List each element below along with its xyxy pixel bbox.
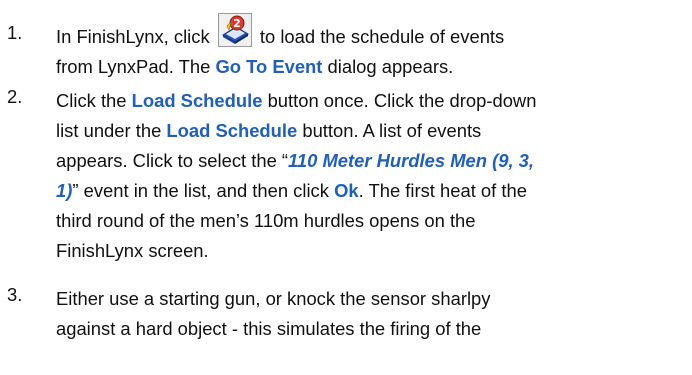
text: third round of the men’s 110m hurdles op… — [56, 210, 476, 231]
text: ” event in the list, and then click — [72, 180, 335, 201]
step-line: 1)” event in the list, and then click Ok… — [56, 176, 686, 206]
step-line: from LynxPad. The Go To Event dialog app… — [56, 52, 686, 82]
text: . The first heat of the — [358, 180, 527, 201]
text: Either use a starting gun, or knock the … — [56, 288, 491, 309]
step-line: against a hard object - this simulates t… — [56, 314, 686, 344]
text: from LynxPad. The — [56, 56, 216, 77]
text: In FinishLynx, click — [56, 26, 215, 47]
text: against a hard object - this simulates t… — [56, 318, 482, 339]
step-line: In FinishLynx, click 2 to load the sched… — [56, 13, 686, 52]
go-to-event-link: Go To Event — [215, 56, 323, 77]
text: list under the — [56, 120, 167, 141]
step-line: Either use a starting gun, or knock the … — [56, 284, 686, 314]
event-name: 110 Meter Hurdles Men (9, 3, — [288, 150, 535, 171]
text: button once. Click the drop-down — [262, 90, 537, 111]
step-line: third round of the men’s 110m hurdles op… — [56, 206, 686, 236]
text: Click the — [56, 90, 132, 111]
step-line: appears. Click to select the “110 Meter … — [56, 146, 686, 176]
step-number: 2. — [7, 86, 23, 107]
step-number: 3. — [7, 284, 23, 305]
svg-text:2: 2 — [233, 17, 241, 30]
text: FinishLynx screen. — [56, 240, 209, 261]
text: to load the schedule of events — [254, 26, 505, 47]
ok-label: Ok — [334, 180, 359, 201]
text: dialog appears. — [322, 56, 454, 77]
step-line: list under the Load Schedule button. A l… — [56, 116, 686, 146]
load-schedule-label: Load Schedule — [131, 90, 263, 111]
step-line: FinishLynx screen. — [56, 236, 686, 266]
load-schedule-label: Load Schedule — [166, 120, 298, 141]
step-line: Click the Load Schedule button once. Cli… — [56, 86, 686, 116]
text: appears. Click to select the “ — [56, 150, 289, 171]
step-number: 1. — [7, 22, 23, 43]
load-schedule-icon[interactable]: 2 — [217, 13, 252, 47]
instruction-page: 1. In FinishLynx, click 2 to load the sc… — [0, 0, 692, 375]
event-name: 1) — [56, 180, 73, 201]
text: button. A list of events — [297, 120, 482, 141]
